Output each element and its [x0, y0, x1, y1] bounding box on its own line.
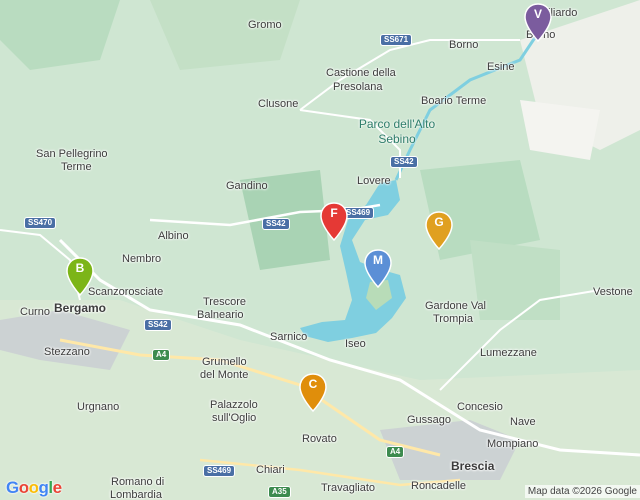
road-shield-ss42: SS42 — [262, 218, 290, 230]
marker-label: B — [75, 261, 85, 275]
town-viardo: iliardo — [548, 7, 578, 19]
logo-letter: G — [6, 478, 19, 497]
road-shield-ss469: SS469 — [203, 465, 236, 477]
town-brescia: Brescia — [451, 459, 495, 473]
town-nembro: Nembro — [122, 253, 162, 265]
town-gussago: Gussago — [407, 414, 452, 426]
town-romano-2: Lombardia — [110, 489, 162, 500]
town-trescore-2: Balneario — [197, 309, 244, 321]
road-shield-a35: A35 — [268, 486, 291, 498]
town-urgnano: Urgnano — [77, 401, 120, 413]
road-shield-ss42: SS42 — [144, 319, 172, 331]
road-shield-ss470: SS470 — [24, 217, 57, 229]
google-logo[interactable]: Google — [6, 478, 62, 498]
map-marker-g[interactable]: G — [425, 211, 453, 251]
town-rovato: Rovato — [302, 433, 337, 445]
town-gardone-2: Trompia — [433, 313, 473, 325]
town-gromo: Gromo — [248, 19, 282, 31]
town-iseo: Iseo — [345, 338, 366, 350]
town-borno: Borno — [449, 39, 479, 51]
map-marker-v[interactable]: V — [524, 3, 552, 43]
town-albino: Albino — [158, 230, 189, 242]
marker-label: F — [330, 206, 338, 220]
map-marker-b[interactable]: B — [66, 257, 94, 297]
marker-label: M — [373, 253, 383, 267]
park-alto-sebino: Parco dell'Alto Sebino — [352, 117, 442, 147]
town-roncadelle: Roncadelle — [411, 480, 467, 492]
town-travagliato: Travagliato — [321, 482, 376, 494]
logo-letter: o — [28, 478, 39, 497]
map-terrain — [0, 0, 640, 500]
town-sanpellegrino-2: Terme — [61, 161, 92, 173]
town-castione-1: Castione della — [326, 67, 396, 79]
road-shield-ss42: SS42 — [390, 156, 418, 168]
town-chiari: Chiari — [256, 464, 285, 476]
town-curno: Curno — [20, 306, 50, 318]
road-shield-a4: A4 — [152, 349, 171, 361]
town-grumello-2: del Monte — [200, 369, 249, 381]
town-gandino: Gandino — [226, 180, 268, 192]
town-grumello-1: Grumello — [202, 356, 247, 368]
town-clusone: Clusone — [258, 98, 299, 110]
town-stezzano: Stezzano — [44, 346, 90, 358]
town-lumezzane: Lumezzane — [480, 347, 537, 359]
logo-letter: g — [38, 478, 49, 497]
town-sarnico: Sarnico — [270, 331, 308, 343]
map-attribution[interactable]: Map data ©2026 Google — [524, 485, 640, 498]
marker-label: C — [308, 377, 318, 391]
map-canvas[interactable]: Gromo Borno iliardo Breno Esine Castione… — [0, 0, 640, 500]
town-gardone-1: Gardone Val — [425, 300, 486, 312]
town-lovere: Lovere — [357, 175, 391, 187]
town-palazzolo-2: sull'Oglio — [212, 412, 257, 424]
town-trescore-1: Trescore — [203, 296, 246, 308]
town-concesio: Concesio — [457, 401, 503, 413]
town-romano-1: Romano di — [111, 476, 165, 488]
logo-letter: e — [52, 478, 62, 497]
road-shield-a4: A4 — [386, 446, 405, 458]
town-nave: Nave — [510, 416, 536, 428]
park-name-line1: Parco dell'Alto — [358, 117, 436, 131]
map-marker-f[interactable]: F — [320, 202, 348, 242]
town-vestone: Vestone — [593, 286, 633, 298]
park-name-line2: Sebino — [378, 132, 416, 146]
town-scanzorosciate: Scanzorosciate — [88, 286, 164, 298]
town-bergamo: Bergamo — [54, 301, 107, 315]
town-boario: Boario Terme — [421, 95, 487, 107]
marker-label: V — [533, 7, 542, 21]
town-castione-2: Presolana — [333, 81, 383, 93]
town-palazzolo-1: Palazzolo — [210, 399, 258, 411]
town-sanpellegrino-1: San Pellegrino — [36, 148, 108, 160]
map-marker-c[interactable]: C — [299, 373, 327, 413]
map-marker-m[interactable]: M — [364, 249, 392, 289]
road-shield-ss671: SS671 — [380, 34, 413, 46]
town-esine: Esine — [487, 61, 515, 73]
logo-letter: o — [18, 478, 29, 497]
town-mompiano: Mompiano — [487, 438, 539, 450]
marker-label: G — [434, 215, 444, 229]
